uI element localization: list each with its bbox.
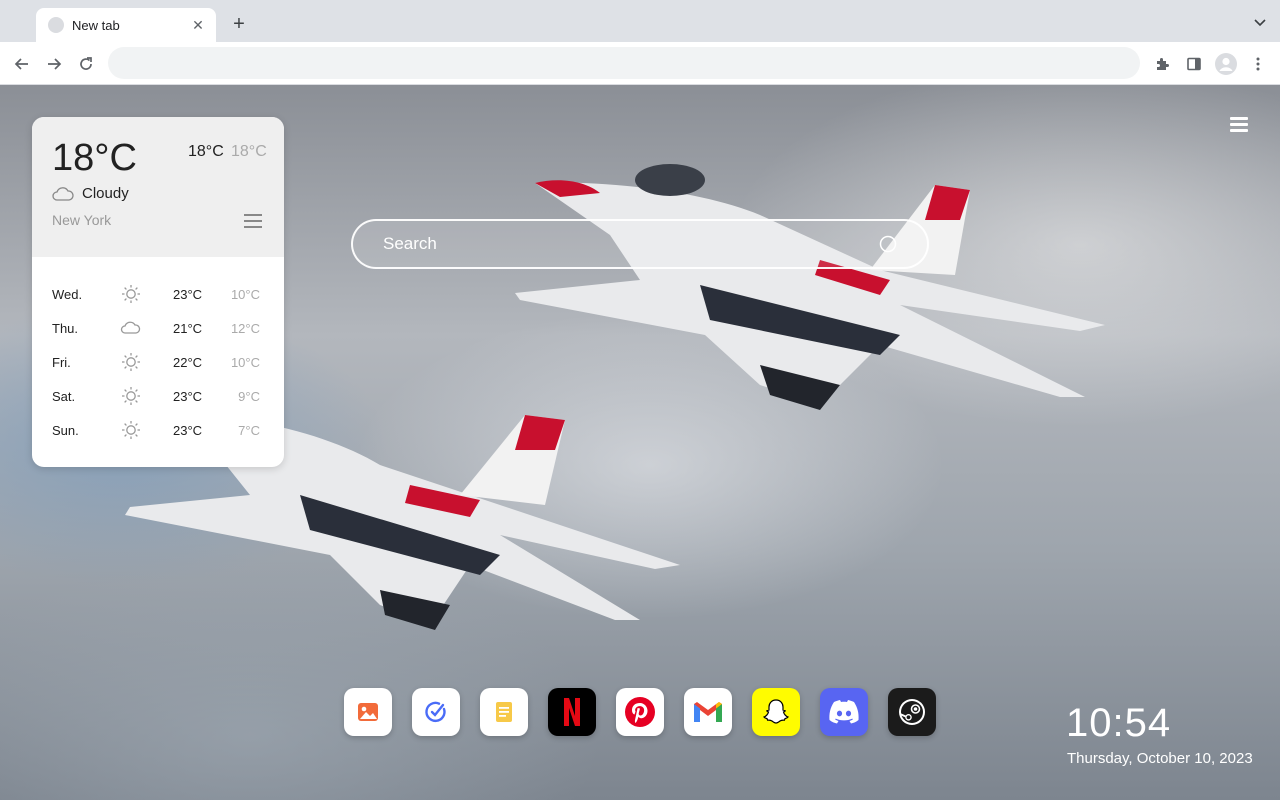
forecast-high: 21°C <box>173 321 203 336</box>
back-arrow-icon <box>14 58 28 70</box>
discord-icon <box>828 699 860 725</box>
forecast-day: Sun. <box>52 423 79 438</box>
pinterest-shortcut[interactable] <box>616 688 664 736</box>
note-icon <box>491 699 517 725</box>
forward-arrow-icon <box>48 58 62 70</box>
forecast-low: 10°C <box>230 287 260 302</box>
sun-icon <box>120 385 142 407</box>
forecast-day: Fri. <box>52 355 71 370</box>
steam-shortcut[interactable] <box>888 688 936 736</box>
tab-search-chevron-icon[interactable] <box>1252 14 1268 30</box>
puzzle-icon <box>1157 58 1169 70</box>
forecast-day: Thu. <box>52 321 79 336</box>
city-label: New York <box>52 212 112 228</box>
new-tab-page: 18°C 18°C 18°C Cloudy New York Wed. 23°C 1… <box>0 85 1280 800</box>
clock-time: 10:54 <box>1066 701 1172 745</box>
new-tab-button[interactable]: + <box>226 12 252 38</box>
forecast-day: Sat. <box>52 389 76 404</box>
cloud-icon <box>120 317 142 339</box>
clock-date: Thursday, October 10, 2023 <box>1067 750 1253 767</box>
browser-toolbar <box>0 42 1280 85</box>
back-button[interactable] <box>10 52 34 76</box>
check-circle-icon <box>423 699 449 725</box>
snapchat-icon <box>761 697 791 727</box>
steam-icon <box>897 697 927 727</box>
gmail-icon <box>692 699 724 725</box>
forward-button[interactable] <box>42 52 66 76</box>
shortcut-dock <box>344 688 956 736</box>
gmail-shortcut[interactable] <box>684 688 732 736</box>
address-bar[interactable] <box>108 47 1140 79</box>
forecast-list: Wed. 23°C 10°C Thu. 21°C 12°C Fri. 22°C 10°C Sat.… <box>32 257 284 447</box>
notes-shortcut[interactable] <box>480 688 528 736</box>
side-panel-button[interactable] <box>1182 52 1206 76</box>
discord-shortcut[interactable] <box>820 688 868 736</box>
forecast-row: Sun. 23°C 7°C <box>32 413 284 447</box>
side-panel-icon <box>1187 57 1201 71</box>
forecast-row: Wed. 23°C 10°C <box>32 277 284 311</box>
search-input[interactable] <box>383 221 863 267</box>
current-temperature: 18°C <box>52 137 137 179</box>
pinterest-icon <box>624 696 656 728</box>
netflix-icon <box>559 696 585 728</box>
condition-label: Cloudy <box>82 185 129 202</box>
weather-condition: Cloudy <box>52 185 129 202</box>
search-icon[interactable] <box>879 235 897 253</box>
weather-list-icon[interactable] <box>244 214 262 229</box>
page-menu-icon[interactable] <box>1230 117 1248 133</box>
forecast-high: 23°C <box>173 423 203 438</box>
tab-title: New tab <box>72 17 120 33</box>
forecast-day: Wed. <box>52 287 83 302</box>
sun-icon <box>120 419 142 441</box>
forecast-high: 23°C <box>173 287 203 302</box>
photo-icon <box>355 699 381 725</box>
kebab-menu-icon <box>1256 57 1260 71</box>
forecast-row: Sat. 23°C 9°C <box>32 379 284 413</box>
reload-button[interactable] <box>74 52 98 76</box>
extensions-button[interactable] <box>1150 52 1174 76</box>
tab-strip: New tab ✕ + <box>0 0 1280 42</box>
forecast-high: 23°C <box>173 389 203 404</box>
forecast-low: 9°C <box>238 389 260 404</box>
profile-button[interactable] <box>1214 52 1238 76</box>
forecast-low: 12°C <box>230 321 260 336</box>
reload-icon <box>80 57 92 70</box>
today-low: 18°C <box>231 143 267 160</box>
avatar-icon <box>1215 53 1237 75</box>
search-box <box>351 219 929 269</box>
sun-icon <box>120 351 142 373</box>
forecast-low: 7°C <box>238 423 260 438</box>
forecast-high: 22°C <box>173 355 203 370</box>
tab-new-tab[interactable]: New tab ✕ <box>36 8 216 42</box>
browser-menu-button[interactable] <box>1246 52 1270 76</box>
tasks-shortcut[interactable] <box>412 688 460 736</box>
netflix-shortcut[interactable] <box>548 688 596 736</box>
forecast-row: Thu. 21°C 12°C <box>32 311 284 345</box>
weather-widget: 18°C 18°C 18°C Cloudy New York Wed. 23°C 1… <box>32 117 284 467</box>
cloud-icon <box>52 186 74 201</box>
sun-icon <box>120 283 142 305</box>
weather-current: 18°C 18°C 18°C Cloudy New York <box>32 117 284 257</box>
forecast-low: 10°C <box>230 355 260 370</box>
forecast-row: Fri. 22°C 10°C <box>32 345 284 379</box>
today-high: 18°C <box>188 143 224 160</box>
favicon-icon <box>48 17 64 33</box>
photos-shortcut[interactable] <box>344 688 392 736</box>
tab-close-button[interactable]: ✕ <box>190 17 206 34</box>
snapchat-shortcut[interactable] <box>752 688 800 736</box>
